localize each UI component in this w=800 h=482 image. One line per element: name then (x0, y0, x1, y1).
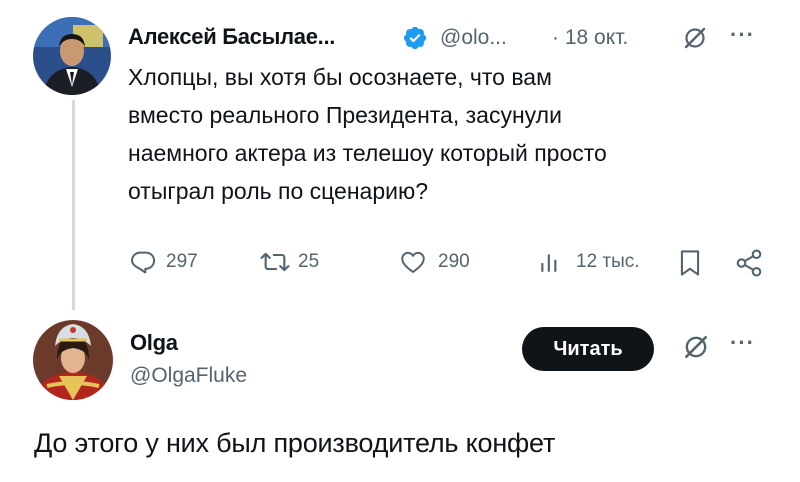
reply-icon (131, 251, 156, 274)
author-name[interactable]: Алексей Басылае... (128, 24, 335, 50)
like-count: 290 (438, 251, 470, 272)
share-button[interactable] (734, 248, 764, 283)
more-options-icon[interactable]: ··· (730, 330, 755, 356)
bookmark-button[interactable] (676, 248, 704, 283)
heart-icon (401, 251, 425, 273)
grok-icon[interactable] (682, 333, 710, 361)
author-handle[interactable]: @OlgaFluke (130, 364, 247, 388)
reply-button[interactable]: 297 (128, 248, 198, 276)
views-button[interactable]: 12 тыс. (538, 248, 640, 276)
views-count: 12 тыс. (576, 251, 640, 272)
like-button[interactable]: 290 (398, 248, 470, 276)
avatar[interactable] (33, 17, 111, 95)
avatar[interactable] (33, 320, 113, 400)
author-name[interactable]: Olga (130, 330, 178, 356)
retweet-icon (260, 252, 290, 272)
retweet-count: 25 (298, 251, 320, 272)
follow-button[interactable]: Читать (522, 327, 654, 371)
reply-text: До этого у них был производитель конфет (34, 428, 556, 458)
tweet-text-line: Хлопцы, вы хотя бы осознаете, что вам (128, 64, 552, 90)
tweet-text-line: вместо реального Президента, засунули (128, 102, 562, 128)
share-icon (736, 249, 762, 277)
reply-count: 297 (166, 251, 198, 272)
tweet-text-line: отыграл роль по сценарию? (128, 178, 429, 204)
thread-line (72, 100, 75, 310)
avatar-image (33, 17, 111, 95)
bookmark-icon (680, 250, 700, 276)
more-options-icon[interactable]: ··· (730, 22, 755, 48)
verified-badge-icon (402, 25, 428, 51)
tweet-text: Хлопцы, вы хотя бы осознаете, что вам вм… (128, 58, 607, 210)
retweet-button[interactable]: 25 (258, 248, 319, 276)
tweet-date[interactable]: · 18 окт. (552, 26, 628, 50)
grok-icon[interactable] (682, 25, 708, 51)
tweet-text-line: наемного актера из телешоу который прост… (128, 140, 607, 166)
avatar-image (33, 320, 113, 400)
views-chart-icon (541, 254, 557, 272)
author-handle[interactable]: @olo... (440, 26, 507, 50)
